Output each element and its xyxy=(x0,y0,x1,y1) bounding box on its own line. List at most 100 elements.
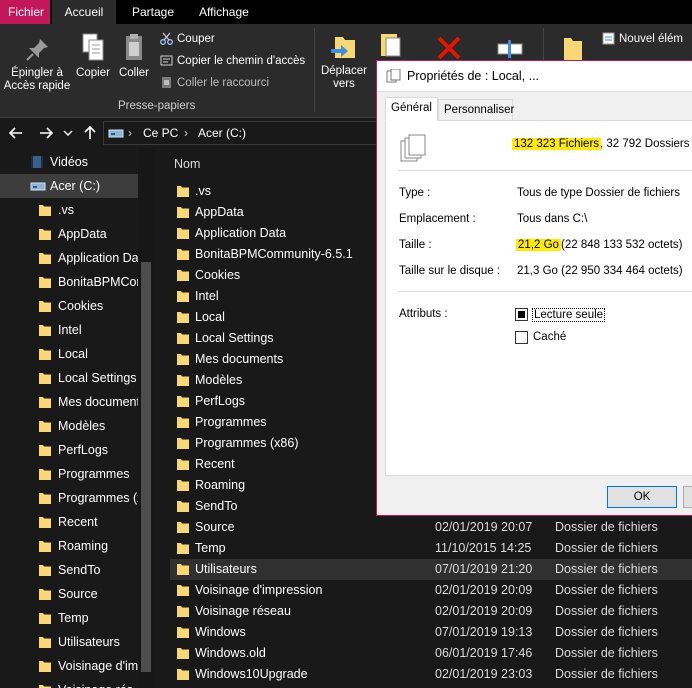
file-type: Dossier de fichiers xyxy=(555,520,658,534)
folder-icon xyxy=(177,312,189,323)
paste-button[interactable]: Coller xyxy=(114,32,154,80)
file-name: SendTo xyxy=(195,499,238,513)
folders-count: , 32 792 Dossiers xyxy=(600,138,690,150)
file-row[interactable]: Voisinage d'impression 02/01/2019 20:09 Do… xyxy=(170,580,692,601)
file-date: 02/01/2019 20:07 xyxy=(435,520,533,534)
nav-item-label: Mes document xyxy=(58,395,140,409)
readonly-checkbox[interactable] xyxy=(515,308,528,321)
column-header-name[interactable]: Nom xyxy=(174,148,200,180)
up-button[interactable] xyxy=(80,122,100,144)
file-name: Temp xyxy=(195,541,226,555)
tab-personnaliser[interactable]: Personnaliser xyxy=(438,99,514,121)
file-row[interactable]: Utilisateurs 07/01/2019 21:20 Dossier de f… xyxy=(170,559,692,580)
nav-item-folder[interactable]: Cookies xyxy=(0,294,140,318)
file-name: Intel xyxy=(195,289,219,303)
nav-item-label: PerfLogs xyxy=(58,443,109,457)
cancel-button-partial[interactable] xyxy=(683,486,692,508)
nav-item-folder[interactable]: Voisinage d'im xyxy=(0,654,140,678)
folder-icon xyxy=(39,469,51,480)
folder-icon xyxy=(177,648,189,659)
chevron-down-icon xyxy=(63,130,73,137)
breadcrumb-ce-pc[interactable]: Ce PC xyxy=(143,122,178,144)
cut-button[interactable]: Couper xyxy=(160,30,215,48)
nav-item-videos[interactable]: Vidéos xyxy=(0,150,140,174)
hidden-label[interactable]: Caché xyxy=(533,331,566,343)
delete-x-icon xyxy=(437,36,461,60)
nav-item-folder[interactable]: Source xyxy=(0,582,140,606)
file-date: 11/10/2015 14:25 xyxy=(435,541,532,555)
nav-item-folder[interactable]: Application Da xyxy=(0,246,140,270)
nav-item-folder[interactable]: Modèles xyxy=(0,414,140,438)
nav-item-label: Recent xyxy=(58,515,98,529)
nav-scrollbar[interactable] xyxy=(138,148,154,688)
file-row[interactable]: Temp 11/10/2015 14:25 Dossier de fichiers xyxy=(170,538,692,559)
file-type: Dossier de fichiers xyxy=(555,646,658,660)
move-folder-icon xyxy=(331,37,355,58)
copy-button[interactable]: Copier xyxy=(74,32,112,80)
nav-item-label: Application Da xyxy=(58,251,139,265)
nav-item-folder[interactable]: Recent xyxy=(0,510,140,534)
folder-icon xyxy=(177,228,189,239)
back-arrow-icon xyxy=(8,127,22,139)
file-row[interactable]: Windows10Upgrade 02/01/2019 23:03 Dossier … xyxy=(170,664,692,685)
file-row[interactable]: Source 02/01/2019 20:07 Dossier de fichier… xyxy=(170,517,692,538)
nav-item-folder[interactable]: Voisinage rés xyxy=(0,678,140,688)
navigation-pane: Vidéos Acer (C:) .vs AppData Application D… xyxy=(0,148,155,688)
type-value: Tous de type Dossier de fichiers xyxy=(517,187,680,199)
forward-button[interactable] xyxy=(36,122,56,144)
tab-accueil[interactable]: Accueil xyxy=(52,0,116,24)
size-bytes: (22 848 133 532 octets) xyxy=(561,239,683,251)
file-name: Modèles xyxy=(195,373,243,387)
file-name: Roaming xyxy=(195,478,246,492)
copy-path-button[interactable]: Copier le chemin d'accès xyxy=(160,52,305,70)
tab-partage[interactable]: Partage xyxy=(124,0,180,24)
file-row[interactable]: Voisinage réseau 02/01/2019 20:09 Dossier … xyxy=(170,601,692,622)
nav-item-folder[interactable]: Programmes (x xyxy=(0,486,140,510)
nav-item-folder[interactable]: Local Settings xyxy=(0,366,140,390)
back-button[interactable] xyxy=(6,122,26,144)
new-folder-icon xyxy=(564,38,582,60)
nav-item-folder[interactable]: PerfLogs xyxy=(0,438,140,462)
folder-icon xyxy=(177,606,189,617)
nav-item-folder[interactable]: Utilisateurs xyxy=(0,630,140,654)
paste-shortcut-button[interactable]: Coller le raccourci xyxy=(160,74,269,92)
nav-item-folder[interactable]: Programmes xyxy=(0,462,140,486)
dialog-title-bar[interactable]: Propriétés de : Local, ... xyxy=(377,61,692,92)
up-arrow-icon xyxy=(84,125,96,139)
folder-icon xyxy=(39,685,51,688)
tab-general[interactable]: Général xyxy=(385,97,438,121)
file-row[interactable]: Windows 07/01/2019 19:13 Dossier de fichie… xyxy=(170,622,692,643)
nav-item-label: Vidéos xyxy=(50,155,88,169)
nav-item-label: SendTo xyxy=(58,563,101,577)
nav-item-folder[interactable]: Local xyxy=(0,342,140,366)
file-name: Voisinage d'impression xyxy=(195,583,323,597)
ok-button[interactable]: OK xyxy=(607,486,677,508)
nav-item-folder[interactable]: .vs xyxy=(0,198,140,222)
nav-item-drive-c[interactable]: Acer (C:) xyxy=(0,174,140,198)
file-name: BonitaBPMCommunity-6.5.1 xyxy=(195,247,353,261)
hidden-checkbox[interactable] xyxy=(515,331,528,344)
pin-quick-access-button[interactable]: Épingler à Accès rapide xyxy=(2,36,72,93)
tab-affichage[interactable]: Affichage xyxy=(191,0,261,24)
move-to-button[interactable]: Déplacer vers xyxy=(318,32,370,91)
file-row[interactable]: Windows.old 06/01/2019 17:46 Dossier de fi… xyxy=(170,643,692,664)
nav-item-folder[interactable]: Temp xyxy=(0,606,140,630)
breadcrumb-acer-c[interactable]: Acer (C:) xyxy=(198,122,246,144)
nav-item-folder[interactable]: Mes document xyxy=(0,390,140,414)
recent-locations-button[interactable] xyxy=(60,122,76,144)
ribbon-separator xyxy=(314,28,315,112)
new-element-button[interactable]: Nouvel élém xyxy=(602,30,683,48)
nav-item-folder[interactable]: Roaming xyxy=(0,534,140,558)
nav-item-folder[interactable]: AppData xyxy=(0,222,140,246)
file-name: Source xyxy=(195,520,235,534)
nav-item-folder[interactable]: Intel xyxy=(0,318,140,342)
readonly-label[interactable]: Lecture seule xyxy=(532,308,606,322)
nav-item-folder[interactable]: BonitaBPMCor xyxy=(0,270,140,294)
nav-scrollbar-thumb[interactable] xyxy=(141,262,151,672)
forward-arrow-icon xyxy=(40,127,54,139)
nav-item-folder[interactable]: SendTo xyxy=(0,558,140,582)
nav-item-label: Source xyxy=(58,587,98,601)
nav-item-label: Programmes (x xyxy=(58,491,140,505)
tab-fichier[interactable]: Fichier xyxy=(0,0,50,24)
folder-icon xyxy=(39,565,51,576)
